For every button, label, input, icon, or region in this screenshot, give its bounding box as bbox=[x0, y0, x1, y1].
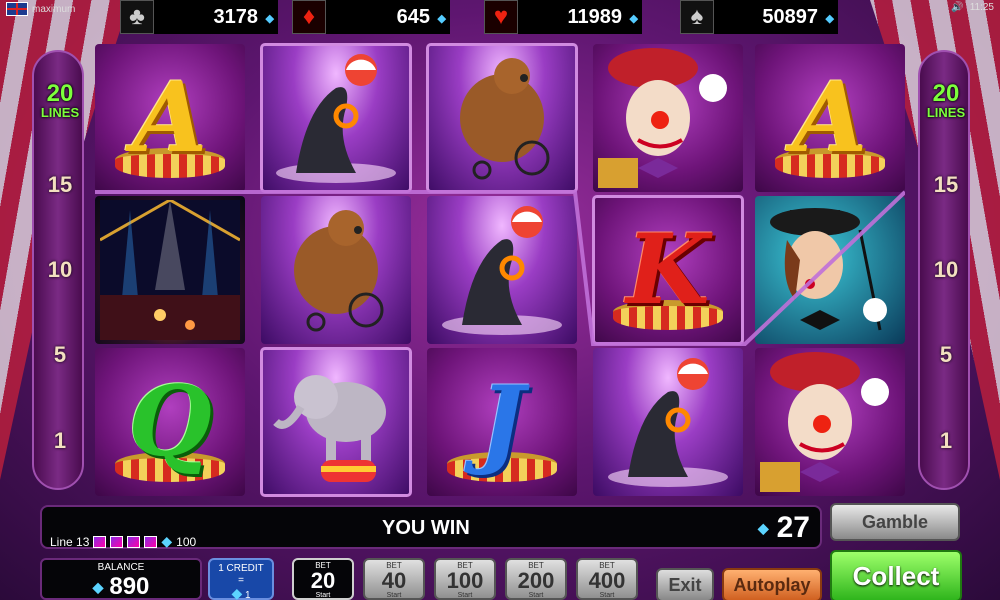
diamond-gem-icon: ◆ bbox=[825, 13, 834, 25]
bear-icon bbox=[294, 210, 384, 332]
win-amount: ◆ 27 bbox=[758, 511, 810, 545]
letter-a: A bbox=[132, 61, 208, 174]
mini-symbol-icon bbox=[144, 535, 158, 548]
line-marker[interactable]: 10 bbox=[920, 257, 972, 283]
paytable-label: maximum bbox=[32, 3, 76, 15]
lines-badge[interactable]: 20 LINES bbox=[34, 82, 86, 120]
symbol-bear bbox=[426, 43, 578, 193]
seal-icon bbox=[276, 54, 396, 183]
bet-button-100[interactable]: BET 100 Start bbox=[434, 558, 496, 600]
letter-a: A bbox=[792, 61, 868, 174]
clown-icon bbox=[598, 48, 727, 188]
you-win-label: YOU WIN bbox=[382, 517, 470, 539]
diamond-gem-icon: ◆ bbox=[437, 13, 446, 25]
hearts-icon: ♥ bbox=[484, 0, 518, 34]
status-area: 🔊 11:25 bbox=[951, 2, 994, 13]
win-info-bar: Line 13 ◆ 100 YOU WIN ◆ 27 bbox=[40, 505, 822, 549]
symbol-seal bbox=[260, 43, 412, 193]
symbol-k: K bbox=[592, 195, 744, 345]
bet-button-20[interactable]: BET 20 Start bbox=[292, 558, 354, 600]
circus-scene-icon bbox=[100, 200, 240, 340]
reel-grid: A Q J K A bbox=[95, 43, 905, 497]
line-win-value: 100 bbox=[176, 534, 197, 549]
bet-button-400[interactable]: BET 400 Start bbox=[576, 558, 638, 600]
line-marker[interactable]: 15 bbox=[920, 172, 972, 198]
symbol-clown bbox=[755, 348, 905, 496]
jackpot-spades: ♠ 50897 ◆ bbox=[680, 0, 838, 34]
diamond-gem-icon: ◆ bbox=[757, 519, 769, 536]
jackpot-hearts-value: 11989 ◆ bbox=[518, 0, 642, 34]
line-marker[interactable]: 1 bbox=[34, 428, 86, 454]
elephant-icon bbox=[273, 375, 386, 482]
line-marker[interactable]: 5 bbox=[920, 342, 972, 368]
seal-icon bbox=[442, 206, 562, 335]
symbol-q: Q bbox=[95, 348, 245, 496]
credit-value: 1 bbox=[245, 590, 251, 600]
symbol-a: A bbox=[755, 44, 905, 192]
spades-icon: ♠ bbox=[680, 0, 714, 34]
diamond-gem-icon: ◆ bbox=[92, 578, 104, 595]
diamond-gem-icon: ◆ bbox=[629, 13, 638, 25]
sound-icon[interactable]: 🔊 bbox=[951, 2, 963, 13]
symbol-j: J bbox=[427, 348, 577, 496]
symbol-seal bbox=[593, 348, 743, 496]
ringmaster-woman-icon bbox=[770, 208, 887, 331]
jackpot-clubs: ♣ 3178 ◆ bbox=[120, 0, 278, 34]
mini-symbol-icon bbox=[127, 535, 141, 548]
lines-badge[interactable]: 20 LINES bbox=[920, 82, 972, 120]
line-marker[interactable]: 5 bbox=[34, 342, 86, 368]
symbol-ringmaster-woman bbox=[755, 196, 905, 344]
symbol-bear bbox=[261, 196, 411, 344]
line-marker[interactable]: 1 bbox=[920, 428, 972, 454]
jackpot-diamonds-value: 645 ◆ bbox=[326, 0, 450, 34]
diamond-gem-icon: ◆ bbox=[265, 13, 274, 25]
jackpot-diamonds: ♦ 645 ◆ bbox=[292, 0, 450, 34]
balance-value: 890 bbox=[109, 573, 150, 600]
collect-button[interactable]: Collect bbox=[830, 550, 962, 600]
symbol-elephant bbox=[260, 347, 412, 497]
line-win-info: Line 13 ◆ 100 bbox=[50, 533, 196, 550]
credit-denomination[interactable]: 1 CREDIT = ◆ 1 bbox=[208, 558, 274, 600]
line-number-text: Line 13 bbox=[50, 534, 90, 549]
letter-q: Q bbox=[128, 365, 212, 478]
diamonds-icon: ♦ bbox=[292, 0, 326, 34]
exit-button[interactable]: Exit bbox=[656, 568, 714, 600]
symbol-circus-scene bbox=[95, 196, 245, 344]
letter-j: J bbox=[479, 365, 525, 478]
credit-label: 1 CREDIT bbox=[218, 563, 264, 574]
mini-symbol-icon bbox=[110, 535, 124, 548]
autoplay-button[interactable]: Autoplay bbox=[722, 568, 822, 600]
balance-label: BALANCE bbox=[97, 562, 145, 573]
clown-icon bbox=[760, 352, 889, 492]
line-marker[interactable]: 15 bbox=[34, 172, 86, 198]
balance-display: BALANCE ◆ 890 bbox=[40, 558, 202, 600]
credit-value-row: ◆ 1 bbox=[210, 585, 272, 600]
bet-button-40[interactable]: BET 40 Start bbox=[363, 558, 425, 600]
bear-icon bbox=[460, 58, 550, 180]
seal-icon bbox=[608, 358, 728, 487]
uk-flag-icon[interactable] bbox=[6, 2, 28, 16]
diamond-gem-icon: ◆ bbox=[161, 533, 173, 549]
clubs-icon: ♣ bbox=[120, 0, 154, 34]
language-area[interactable]: maximum bbox=[6, 2, 75, 16]
jackpot-hearts: ♥ 11989 ◆ bbox=[484, 0, 642, 34]
lines-panel-right: 20 LINES 15 10 5 1 bbox=[918, 50, 970, 490]
jackpot-spades-value: 50897 ◆ bbox=[714, 0, 838, 34]
letter-k: K bbox=[626, 213, 710, 326]
jackpot-bar: maximum ♣ 3178 ◆ ♦ 645 ◆ ♥ 11989 ◆ ♠ 50897 ◆… bbox=[0, 0, 1000, 34]
symbol-clown bbox=[593, 44, 743, 192]
lines-panel-left: 20 LINES 15 10 5 1 bbox=[32, 50, 84, 490]
symbol-seal bbox=[427, 196, 577, 344]
diamond-gem-icon: ◆ bbox=[231, 585, 243, 600]
gamble-button[interactable]: Gamble bbox=[830, 503, 960, 541]
bet-button-200[interactable]: BET 200 Start bbox=[505, 558, 567, 600]
clock: 11:25 bbox=[969, 2, 994, 13]
win-amount-value: 27 bbox=[776, 511, 810, 544]
line-marker[interactable]: 10 bbox=[34, 257, 86, 283]
jackpot-clubs-value: 3178 ◆ bbox=[154, 0, 278, 34]
mini-symbol-icon bbox=[93, 535, 107, 548]
symbol-a: A bbox=[95, 44, 245, 192]
balance-value-row: ◆ 890 bbox=[42, 573, 200, 600]
